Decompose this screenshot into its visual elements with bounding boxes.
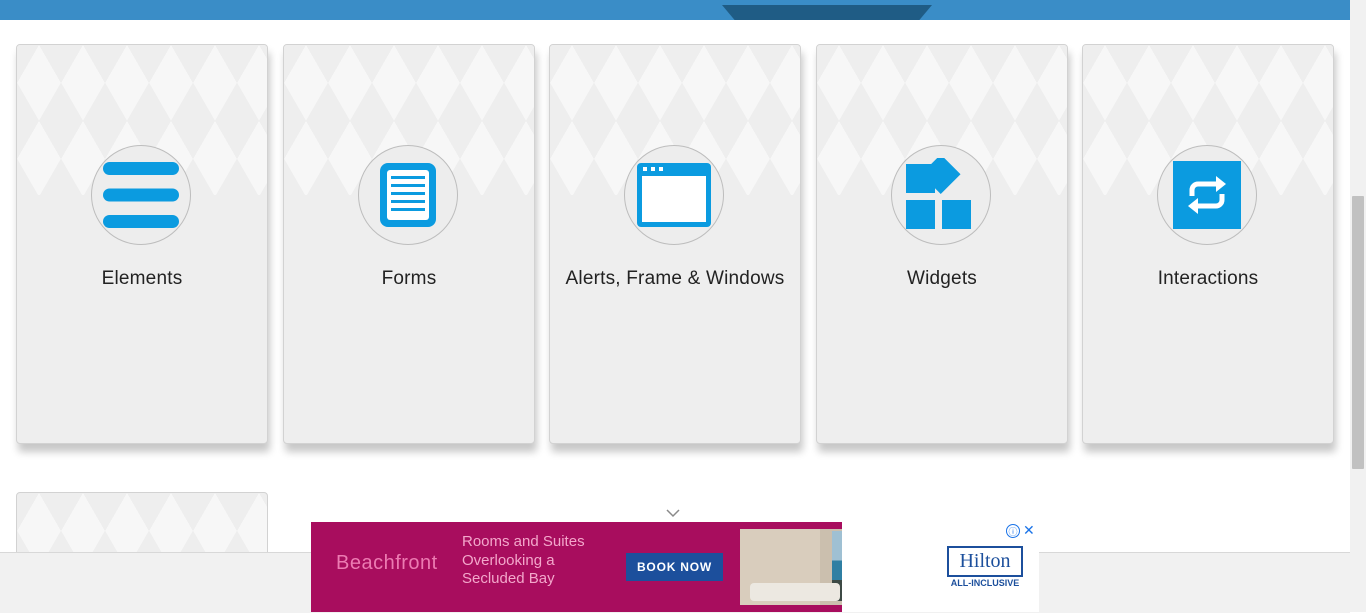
close-icon[interactable]: ✕ bbox=[1023, 522, 1035, 539]
book-now-button[interactable]: BOOK NOW bbox=[626, 553, 723, 581]
card-title: Alerts, Frame & Windows bbox=[565, 268, 785, 289]
card-title: Widgets bbox=[906, 268, 978, 289]
logo-subtitle: ALL-INCLUSIVE bbox=[950, 578, 1020, 588]
repeat-arrows-icon bbox=[1173, 161, 1241, 229]
chevron-down-icon[interactable] bbox=[666, 508, 680, 518]
card-interactions[interactable]: Interactions bbox=[1082, 44, 1334, 444]
card-title: Interactions bbox=[1157, 268, 1259, 289]
card-widgets[interactable]: Widgets bbox=[816, 44, 1068, 444]
document-form-icon bbox=[380, 163, 436, 227]
widget-blocks-icon bbox=[906, 158, 971, 229]
top-header-banner bbox=[0, 0, 1350, 20]
header-tab bbox=[722, 5, 932, 20]
card-icon-circle bbox=[91, 145, 191, 245]
vertical-scrollbar[interactable] bbox=[1350, 0, 1366, 612]
hamburger-menu-icon bbox=[103, 162, 179, 228]
info-icon[interactable]: ⓘ bbox=[1006, 524, 1020, 538]
hilton-logo: Hilton bbox=[947, 546, 1023, 577]
ad-brand: Beachfront bbox=[336, 552, 438, 574]
card-icon-circle bbox=[891, 145, 991, 245]
scrollbar-thumb[interactable] bbox=[1352, 196, 1364, 469]
card-forms[interactable]: Forms bbox=[283, 44, 535, 444]
advertisement-banner[interactable]: Beachfront Rooms and Suites Overlooking … bbox=[311, 522, 1039, 612]
card-icon-circle bbox=[624, 145, 724, 245]
card-alerts-frame-windows[interactable]: Alerts, Frame & Windows bbox=[549, 44, 801, 444]
ad-tagline: Rooms and Suites Overlooking a Secluded … bbox=[462, 533, 585, 587]
browser-window-icon bbox=[637, 163, 711, 227]
card-icon-circle bbox=[1157, 145, 1257, 245]
card-elements[interactable]: Elements bbox=[16, 44, 268, 444]
card-title: Elements bbox=[101, 268, 183, 289]
card-title: Forms bbox=[381, 268, 437, 289]
card-icon-circle bbox=[358, 145, 458, 245]
